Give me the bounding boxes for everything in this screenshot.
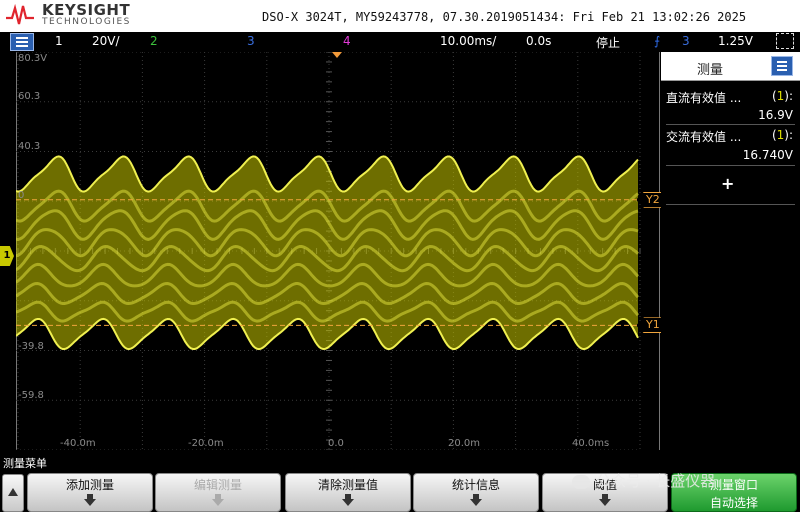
run-state: 停止 [596, 36, 621, 50]
keysight-logo-icon [6, 4, 34, 25]
edit-measurement-button[interactable]: 编辑测量 [155, 473, 281, 512]
acquire-icon [776, 33, 794, 49]
back-button[interactable] [2, 474, 24, 512]
scope-info: DSO-X 3024T, MY59243778, 07.30.201905143… [262, 10, 747, 24]
watermark: 公众号 · 长盛仪器 [572, 470, 715, 491]
brand-subtitle: TECHNOLOGIES [42, 17, 131, 27]
waveform-graticule [16, 52, 641, 450]
x-tick-label: 40.0ms [572, 438, 610, 449]
status-bar: 1 20V/ 2 3 4 10.00ms/ 0.0s 停止 ⨍ 3 1.25V [0, 32, 800, 52]
trigger-edge-icon: ⨍ [654, 34, 661, 48]
measurement-source: (1): [771, 128, 793, 142]
arrow-down-icon [212, 494, 224, 506]
divider [666, 204, 795, 205]
measurement-label[interactable]: 交流有效值 ... [666, 128, 741, 145]
measurement-window-value: 自动选择 [709, 496, 758, 510]
trigger-position-marker [332, 52, 342, 58]
measurement-value: 16.9V [758, 108, 793, 122]
divider [666, 165, 795, 166]
measurement-value: 16.740V [742, 148, 793, 162]
ch3-number[interactable]: 3 [247, 34, 255, 48]
add-measurement-icon[interactable]: + [721, 174, 734, 193]
ch1-scale[interactable]: 20V/ [92, 34, 120, 48]
menu-title: 测量菜单 [3, 457, 47, 470]
main-menu-icon[interactable] [10, 33, 34, 51]
ch1-waveform [16, 155, 640, 351]
measurement-source: (1): [771, 89, 793, 103]
y-tick-label: 80.3V [18, 53, 48, 64]
ch2-number[interactable]: 2 [150, 34, 158, 48]
add-measurement-button[interactable]: 添加测量 [27, 473, 153, 512]
clear-measurements-button[interactable]: 清除测量值 [285, 473, 411, 512]
wechat-icon [572, 474, 590, 489]
measurement-label[interactable]: 直流有效值 ... [666, 89, 741, 106]
watermark-text: 公众号 · 长盛仪器 [596, 472, 716, 490]
x-tick-label: -40.0m [60, 438, 96, 449]
y-tick-label: -39.8 [18, 341, 44, 352]
x-tick-label: 20.0m [448, 438, 481, 449]
panel-menu-icon[interactable] [771, 56, 793, 76]
time-delay[interactable]: 0.0s [526, 34, 551, 48]
y-tick-label: 60.3 [18, 91, 41, 102]
y-tick-label: 40.3 [18, 141, 41, 152]
statistics-button[interactable]: 统计信息 [413, 473, 539, 512]
trigger-level[interactable]: 1.25V [718, 34, 753, 48]
ch1-ground-marker[interactable]: 1 [0, 246, 14, 266]
trigger-source[interactable]: 3 [682, 34, 690, 48]
ch1-number[interactable]: 1 [55, 34, 63, 48]
arrow-down-icon [470, 494, 482, 506]
y-tick-label: -59.8 [18, 390, 44, 401]
panel-title: 测量 [697, 63, 724, 78]
measurement-panel: 测量 直流有效值 ... (1): 16.9V 交流有效值 ... (1): 1… [661, 52, 800, 450]
x-tick-label: 0.0 [328, 438, 344, 449]
ch4-number[interactable]: 4 [343, 34, 351, 48]
panel-header: 测量 [661, 52, 800, 81]
arrow-down-icon [342, 494, 354, 506]
x-tick-label: -20.0m [188, 438, 224, 449]
arrow-down-icon [599, 494, 611, 506]
y-tick-label: 0 [18, 190, 25, 201]
instrument-header: KEYSIGHT TECHNOLOGIES DSO-X 3024T, MY592… [0, 0, 800, 32]
arrow-down-icon [84, 494, 96, 506]
divider [666, 124, 795, 125]
timebase[interactable]: 10.00ms/ [440, 34, 496, 48]
